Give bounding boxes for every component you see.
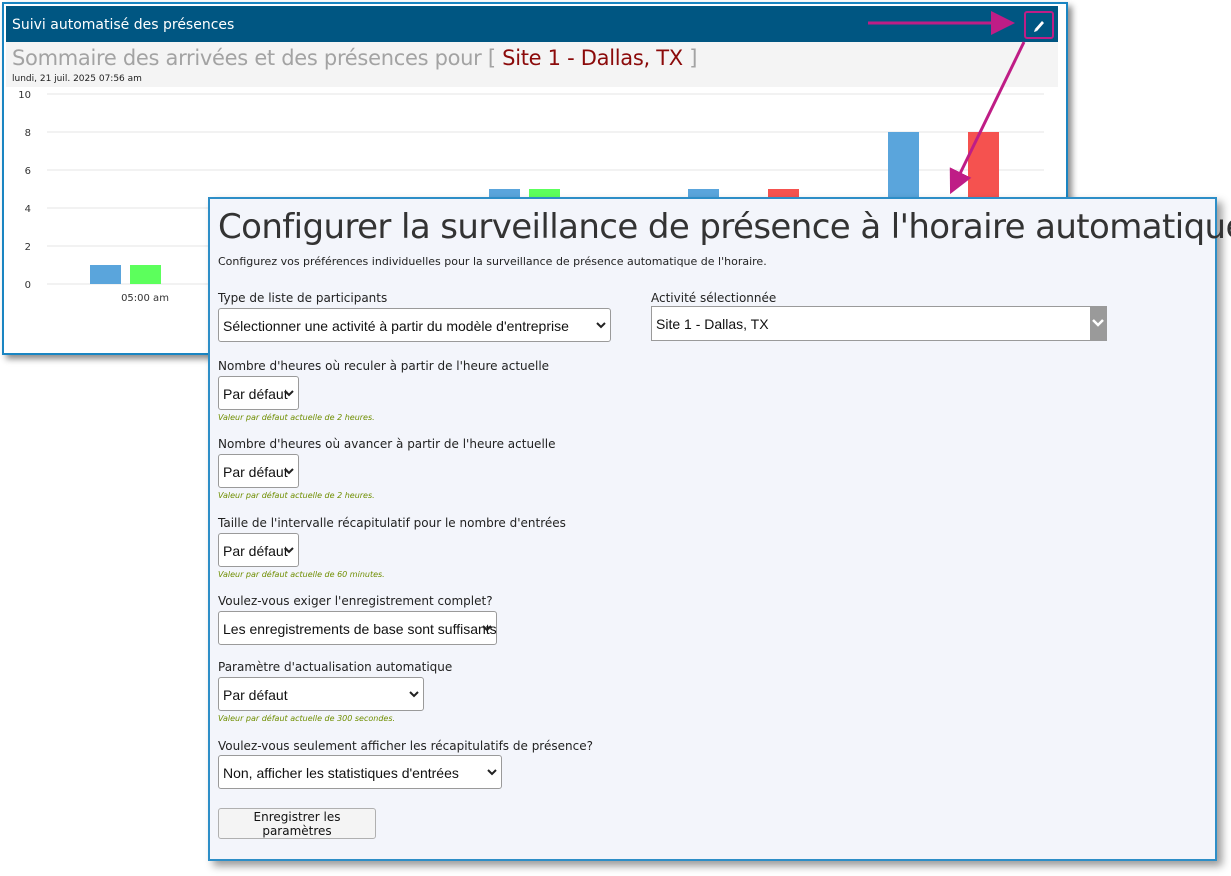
save-settings-button[interactable]: Enregistrer les paramètres	[218, 808, 376, 839]
roster-type-value: Sélectionner une activité à partir du mo…	[223, 318, 569, 334]
chevron-down-icon	[482, 625, 492, 632]
dialog-subtitle: Configurez vos préférences individuelles…	[218, 255, 767, 268]
registration-value: Les enregistrements de base sont suffisa…	[223, 621, 497, 637]
chart-bar	[90, 265, 121, 284]
chevron-down-icon	[409, 691, 419, 698]
interval-label: Taille de l'intervalle récapitulatif pou…	[218, 516, 566, 530]
y-tick-label: 6	[25, 166, 31, 177]
dialog-title: Configurer la surveillance de présence à…	[218, 207, 1231, 247]
chevron-down-icon	[596, 322, 606, 329]
chevron-down-icon	[284, 547, 294, 554]
refresh-select[interactable]: Par défaut	[218, 677, 424, 711]
roster-type-label: Type de liste de participants	[218, 291, 388, 305]
interval-hint: Valeur par défaut actuelle de 60 minutes…	[218, 570, 385, 579]
activity-label: Activité sélectionnée	[651, 291, 777, 305]
hours-back-value: Par défaut	[223, 386, 288, 402]
summary-only-select[interactable]: Non, afficher les statistiques d'entrées	[218, 755, 502, 789]
roster-type-select[interactable]: Sélectionner une activité à partir du mo…	[218, 308, 611, 342]
hours-back-label: Nombre d'heures où reculer à partir de l…	[218, 359, 550, 373]
registration-select[interactable]: Les enregistrements de base sont suffisa…	[218, 611, 497, 645]
summary-only-label: Voulez-vous seulement afficher les récap…	[218, 739, 593, 753]
chevron-down-icon	[1092, 319, 1104, 327]
hours-forward-value: Par défaut	[223, 464, 288, 480]
chevron-down-icon	[284, 390, 294, 397]
chevron-down-icon	[284, 468, 294, 475]
configuration-dialog: Configurer la surveillance de présence à…	[208, 197, 1231, 861]
hours-back-select[interactable]: Par défaut	[218, 376, 299, 410]
activity-select[interactable]: Site 1 - Dallas, TX	[651, 306, 1107, 341]
y-tick-label: 8	[25, 128, 31, 139]
chevron-down-icon	[487, 769, 497, 776]
x-tick-label: 05:00 am	[121, 293, 169, 304]
registration-label: Voulez-vous exiger l'enregistrement comp…	[218, 594, 493, 608]
chart-bar	[130, 265, 161, 284]
y-tick-label: 10	[18, 90, 31, 101]
refresh-value: Par défaut	[223, 687, 288, 703]
hours-forward-label: Nombre d'heures où avancer à partir de l…	[218, 437, 556, 451]
y-tick-label: 0	[25, 280, 31, 291]
refresh-hint: Valeur par défaut actuelle de 300 second…	[218, 714, 396, 723]
hours-forward-hint: Valeur par défaut actuelle de 2 heures.	[218, 491, 375, 500]
hours-back-hint: Valeur par défaut actuelle de 2 heures.	[218, 413, 375, 422]
hours-forward-select[interactable]: Par défaut	[218, 454, 299, 488]
interval-value: Par défaut	[223, 543, 288, 559]
activity-dropdown-toggle[interactable]	[1090, 307, 1106, 340]
y-tick-label: 2	[25, 242, 31, 253]
activity-value: Site 1 - Dallas, TX	[656, 316, 769, 332]
interval-select[interactable]: Par défaut	[218, 533, 299, 567]
y-tick-label: 4	[25, 204, 31, 215]
refresh-label: Paramètre d'actualisation automatique	[218, 660, 453, 674]
summary-only-value: Non, afficher les statistiques d'entrées	[223, 765, 459, 781]
